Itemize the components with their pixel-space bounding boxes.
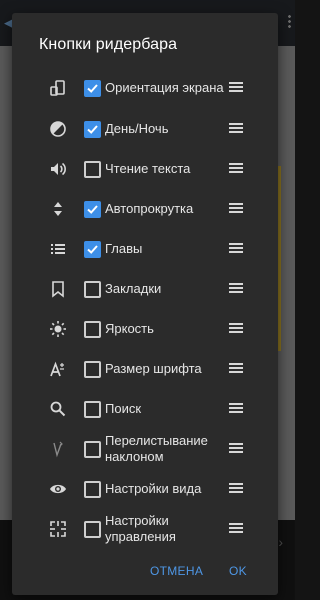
checkbox[interactable] (84, 161, 101, 178)
item-label: Закладки (105, 281, 162, 296)
drag-handle-icon[interactable] (229, 203, 243, 213)
item-control-settings[interactable]: Настройки управления (12, 509, 278, 549)
checkbox[interactable] (84, 80, 101, 97)
font-size-icon (49, 360, 67, 378)
checkbox[interactable] (84, 201, 101, 218)
eye-icon (49, 480, 67, 498)
item-label: Размер шрифта (105, 361, 202, 376)
item-label: Перелистывание наклоном (105, 433, 208, 464)
checkbox[interactable] (84, 361, 101, 378)
item-text-to-speech[interactable]: Чтение текста (12, 149, 278, 189)
drag-handle-icon[interactable] (229, 123, 243, 133)
dialog-title: Кнопки ридербара (39, 36, 178, 53)
checkbox[interactable] (84, 241, 101, 258)
item-brightness[interactable]: Яркость (12, 309, 278, 349)
drag-handle-icon[interactable] (229, 443, 243, 453)
drag-handle-icon[interactable] (229, 363, 243, 373)
checkbox[interactable] (84, 441, 101, 458)
item-view-settings[interactable]: Настройки вида (12, 469, 278, 509)
item-label: Поиск (105, 401, 142, 416)
checkbox[interactable] (84, 401, 101, 418)
contrast-icon (49, 120, 67, 138)
item-label: Чтение текста (105, 161, 191, 176)
bookmark-icon (49, 280, 67, 298)
item-label: Настройки вида (105, 481, 202, 496)
item-label: Настройки управления (105, 513, 176, 544)
item-label: Яркость (105, 321, 154, 336)
item-label: Главы (105, 241, 143, 256)
item-label: Ориентация экрана (105, 80, 224, 95)
cancel-button[interactable]: ОТМЕНА (148, 560, 205, 582)
item-label: День/Ночь (105, 121, 169, 136)
checkbox[interactable] (84, 121, 101, 138)
controls-icon (49, 520, 67, 538)
brightness-icon (49, 320, 67, 338)
tilt-icon (49, 440, 67, 458)
checkbox[interactable] (84, 481, 101, 498)
item-chapters[interactable]: Главы (12, 229, 278, 269)
volume-icon (49, 160, 67, 178)
drag-handle-icon[interactable] (229, 403, 243, 413)
item-font-size[interactable]: Размер шрифта (12, 349, 278, 389)
drag-handle-icon[interactable] (229, 82, 243, 92)
drag-handle-icon[interactable] (229, 163, 243, 173)
overflow-menu-icon (288, 14, 291, 28)
item-bookmarks[interactable]: Закладки (12, 269, 278, 309)
checkbox[interactable] (84, 321, 101, 338)
drag-handle-icon[interactable] (229, 523, 243, 533)
checkbox[interactable] (84, 521, 101, 538)
drag-handle-icon[interactable] (229, 323, 243, 333)
ok-button[interactable]: OK (227, 560, 249, 582)
drag-handle-icon[interactable] (229, 243, 243, 253)
search-icon (49, 400, 67, 418)
autoscroll-icon (49, 200, 67, 218)
next-page-icon: › (278, 534, 283, 550)
screen-rotation-icon (49, 79, 67, 97)
drag-handle-icon[interactable] (229, 283, 243, 293)
item-tilt-page-turn[interactable]: Перелистывание наклоном (12, 429, 278, 469)
item-day-night[interactable]: День/Ночь (12, 109, 278, 149)
list-icon (49, 240, 67, 258)
item-search[interactable]: Поиск (12, 389, 278, 429)
readerbar-buttons-dialog: Кнопки ридербара Ориентация экрана День/… (12, 13, 278, 595)
checkbox[interactable] (84, 281, 101, 298)
item-label: Автопрокрутка (105, 201, 194, 216)
drag-handle-icon[interactable] (229, 483, 243, 493)
item-screen-orientation[interactable]: Ориентация экрана (12, 68, 278, 108)
item-autoscroll[interactable]: Автопрокрутка (12, 189, 278, 229)
